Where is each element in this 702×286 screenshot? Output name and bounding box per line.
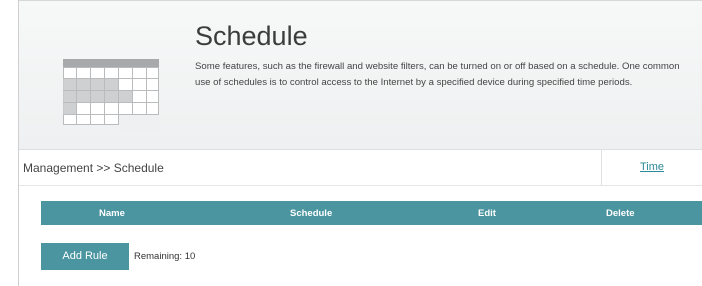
column-header-delete: Delete xyxy=(606,208,635,219)
remaining-count: Remaining: 10 xyxy=(134,251,196,262)
breadcrumb-bar: Management >> Schedule Time xyxy=(19,150,702,186)
add-rule-button[interactable]: Add Rule xyxy=(41,243,129,270)
page-header: Schedule Some features, such as the fire… xyxy=(19,0,702,150)
tab-time[interactable]: Time xyxy=(601,150,702,186)
page-description: Some features, such as the firewall and … xyxy=(195,61,680,88)
column-header-schedule: Schedule xyxy=(290,208,333,219)
time-link[interactable]: Time xyxy=(640,161,664,173)
column-header-name: Name xyxy=(99,208,125,219)
column-header-edit: Edit xyxy=(478,208,496,219)
schedule-panel: Schedule Some features, such as the fire… xyxy=(18,0,702,286)
calendar-icon xyxy=(63,59,159,133)
breadcrumb: Management >> Schedule xyxy=(23,161,164,175)
page-title: Schedule xyxy=(195,21,308,51)
schedule-table-header: Name Schedule Edit Delete xyxy=(41,201,702,225)
